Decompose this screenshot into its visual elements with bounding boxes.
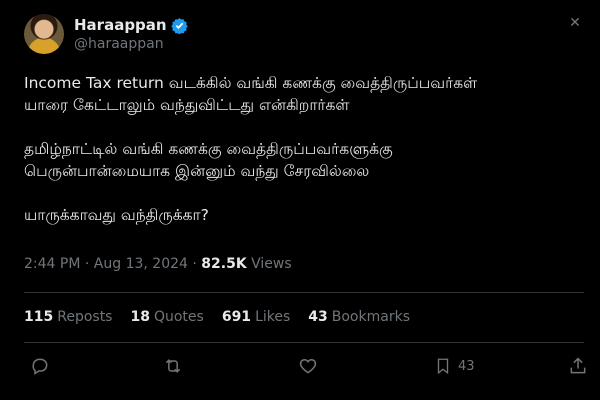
views-count: 82.5K [201,256,247,272]
author-name-row: Haraappan [74,16,188,34]
tweet-paragraph: தமிழ்நாட்டில் வங்கி கணக்கு வைத்திருப்பவர… [24,138,584,182]
action-bar: 43 [24,356,586,382]
reposts-stat[interactable]: 115 Reposts [24,309,112,325]
bookmark-count: 43 [458,358,475,374]
tweet-time[interactable]: 2:44 PM [24,256,80,272]
verified-badge-icon [170,17,188,34]
reposts-label: Reposts [57,309,113,325]
repost-icon [162,356,184,376]
reply-icon [30,356,50,376]
tweet-paragraph: யாருக்காவது வந்திருக்கா? [24,204,584,226]
bookmark-icon [434,356,452,376]
repost-button[interactable] [162,356,184,376]
tweet-paragraph: Income Tax return வடக்கில் வங்கி கணக்கு … [24,72,584,116]
author-handle[interactable]: @haraappan [74,36,164,52]
tweet-text: Income Tax return வடக்கில் வங்கி கணக்கு … [24,72,584,248]
avatar[interactable] [24,14,64,54]
bookmark-button[interactable]: 43 [434,356,475,376]
tweet-line: Income Tax return வடக்கில் வங்கி கணக்கு … [24,74,478,92]
quotes-count: 18 [130,309,150,325]
share-icon [568,356,588,376]
bookmarks-count: 43 [308,309,328,325]
bookmarks-stat[interactable]: 43 Bookmarks [308,309,410,325]
tweet: Haraappan @haraappan ✕ Income Tax return… [0,0,600,400]
tweet-line: யாருக்காவது வந்திருக்கா? [24,206,209,224]
close-icon[interactable]: ✕ [566,14,584,32]
like-button[interactable] [298,356,318,376]
quotes-stat[interactable]: 18 Quotes [130,309,203,325]
share-button[interactable] [568,356,588,376]
tweet-header: Haraappan @haraappan ✕ [24,14,584,58]
reply-button[interactable] [30,356,50,376]
tweet-date[interactable]: Aug 13, 2024 [94,256,188,272]
tweet-meta: 2:44 PM · Aug 13, 2024 · 82.5K Views [24,256,292,272]
views-label: Views [251,256,292,272]
author-name[interactable]: Haraappan [74,16,167,34]
tweet-line: யாரை கேட்டாலும் வந்துவிட்டது என்கிறார்கள… [24,96,350,114]
likes-label: Likes [255,309,291,325]
likes-count: 691 [221,309,252,325]
bookmarks-label: Bookmarks [331,309,410,325]
divider [24,342,584,343]
likes-stat[interactable]: 691 Likes [222,309,290,325]
reposts-count: 115 [24,309,54,325]
tweet-line: பெருன்பான்மையாக இன்னும் வந்து சேரவில்லை [24,162,370,180]
meta-separator: · [80,256,94,272]
engagement-stats: 115 Reposts 18 Quotes 691 Likes 43 Bookmarks [24,309,410,325]
tweet-line: தமிழ்நாட்டில் வங்கி கணக்கு வைத்திருப்பவர… [24,140,393,158]
meta-separator: · [187,256,202,272]
heart-icon [298,356,318,376]
divider [24,292,584,293]
quotes-label: Quotes [153,309,204,325]
